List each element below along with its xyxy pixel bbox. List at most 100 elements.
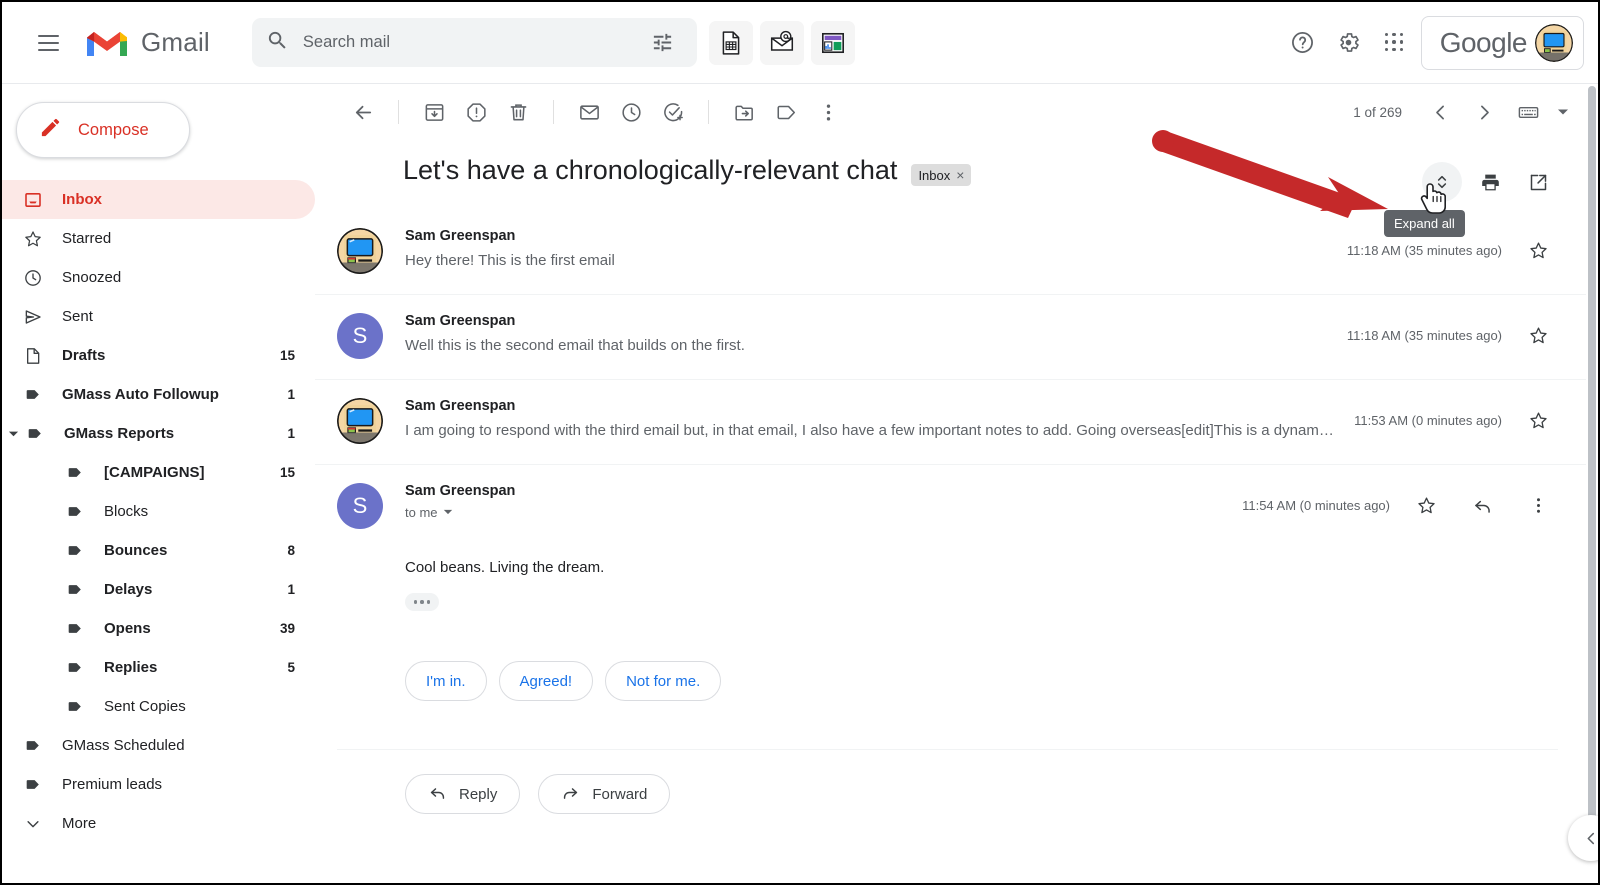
sidebar-item-snoozed[interactable]: Snoozed xyxy=(2,258,315,297)
back-to-inbox-icon[interactable] xyxy=(343,92,383,132)
message-meta: 11:18 AM (35 minutes ago) xyxy=(1347,228,1558,270)
google-apps-icon[interactable] xyxy=(1375,23,1415,63)
smart-reply-chip[interactable]: Agreed! xyxy=(498,661,594,701)
sidebar-item-opens[interactable]: Opens 39 xyxy=(2,609,315,648)
snooze-icon[interactable] xyxy=(611,92,651,132)
collapsed-message-row[interactable]: Sam Greenspan I am going to respond with … xyxy=(315,380,1598,465)
recipients-toggle[interactable]: to me xyxy=(405,505,453,520)
sidebar-item-gmass-auto-followup[interactable]: GMass Auto Followup 1 xyxy=(2,375,315,414)
sidebar-item-bounces[interactable]: Bounces 8 xyxy=(2,531,315,570)
print-all-icon[interactable] xyxy=(1470,162,1510,202)
search-input[interactable] xyxy=(302,33,643,52)
sidebar-item-count: 5 xyxy=(287,660,295,675)
top-bar: Gmail Search mail Google xyxy=(2,2,1598,84)
reply-button[interactable]: Reply xyxy=(405,774,521,814)
open-in-new-window-icon[interactable] xyxy=(1518,162,1558,202)
star-icon[interactable] xyxy=(1518,230,1558,270)
sidebar-item-label: Sent xyxy=(62,308,93,325)
archive-icon[interactable] xyxy=(414,92,454,132)
add-to-tasks-icon[interactable] xyxy=(653,92,693,132)
google-account-button[interactable]: Google xyxy=(1420,15,1584,70)
delete-icon[interactable] xyxy=(498,92,538,132)
older-page-icon[interactable] xyxy=(1420,92,1460,132)
label-icon xyxy=(64,580,86,599)
sidebar-item-label: Premium leads xyxy=(62,776,163,793)
newer-page-icon[interactable] xyxy=(1464,92,1504,132)
avatar[interactable] xyxy=(337,398,383,444)
reply-arrow-icon xyxy=(428,783,447,806)
scrollbar-thumb[interactable] xyxy=(1588,86,1596,826)
sidebar-item-label: Inbox xyxy=(62,191,102,208)
sidebar-item-sent-copies[interactable]: Sent Copies xyxy=(2,687,315,726)
sidebar-item-drafts[interactable]: Drafts 15 xyxy=(2,336,315,375)
search-options-icon[interactable] xyxy=(643,23,683,63)
avatar[interactable] xyxy=(337,228,383,274)
message-timestamp: 11:18 AM (35 minutes ago) xyxy=(1346,242,1502,258)
avatar[interactable]: S xyxy=(337,483,383,529)
gmass-sheets-icon[interactable] xyxy=(708,20,753,65)
gmail-wordmark: Gmail xyxy=(141,27,210,57)
compose-pencil-icon xyxy=(39,116,62,144)
labels-icon[interactable] xyxy=(766,92,806,132)
avatar[interactable] xyxy=(1535,23,1573,62)
sidebar-item-label: Bounces xyxy=(104,542,168,559)
sidebar-item-campaigns[interactable]: [CAMPAIGNS] 15 xyxy=(2,453,315,492)
input-tools-keyboard-icon[interactable] xyxy=(1508,92,1548,132)
top-bar-right: Google xyxy=(1283,15,1598,70)
reply-icon[interactable] xyxy=(1462,485,1502,525)
more-options-icon[interactable] xyxy=(808,92,848,132)
sidebar-item-sent[interactable]: Sent xyxy=(2,297,315,336)
message-timestamp: 11:18 AM (35 minutes ago) xyxy=(1346,327,1502,343)
reply-forward-row: Reply Forward xyxy=(315,750,1598,814)
toolbar-divider xyxy=(398,100,399,124)
move-to-icon[interactable] xyxy=(724,92,764,132)
reply-button-label: Reply xyxy=(459,785,498,803)
sidebar-item-delays[interactable]: Delays 1 xyxy=(2,570,315,609)
star-icon[interactable] xyxy=(1518,400,1558,440)
sidebar-item-more[interactable]: More xyxy=(2,804,315,843)
report-spam-icon[interactable] xyxy=(456,92,496,132)
label-icon xyxy=(24,424,46,443)
show-trimmed-content-button[interactable] xyxy=(405,593,439,611)
smart-reply-chip[interactable]: Not for me. xyxy=(605,661,722,701)
star-icon[interactable] xyxy=(1406,485,1446,525)
mark-unread-icon[interactable] xyxy=(569,92,609,132)
gmail-logo[interactable]: Gmail xyxy=(86,27,210,59)
star-icon[interactable] xyxy=(1518,315,1558,355)
label-icon xyxy=(64,697,86,716)
label-chip-inbox[interactable]: Inbox × xyxy=(911,164,972,186)
sidebar-item-gmass-reports[interactable]: GMass Reports 1 xyxy=(2,414,315,453)
message-toolbar: 1 of 269 xyxy=(315,84,1598,140)
sidebar-item-blocks[interactable]: Blocks xyxy=(2,492,315,531)
forward-button[interactable]: Forward xyxy=(538,774,671,814)
sidebar-item-starred[interactable]: Starred xyxy=(2,219,315,258)
label-icon xyxy=(64,502,86,521)
scrollbar-track[interactable] xyxy=(1586,84,1598,883)
avatar[interactable]: S xyxy=(337,313,383,359)
input-tools-chevron-down-icon[interactable] xyxy=(1552,101,1574,123)
expand-caret-icon[interactable] xyxy=(2,428,24,439)
gmass-toolbar xyxy=(708,20,855,65)
remove-label-icon[interactable]: × xyxy=(956,167,964,183)
page-count: 1 of 269 xyxy=(1353,104,1402,120)
sidebar-item-count: 15 xyxy=(279,348,295,363)
help-icon[interactable] xyxy=(1283,23,1323,63)
collapsed-message-row[interactable]: S Sam Greenspan Well this is the second em… xyxy=(315,295,1598,380)
compose-button[interactable]: Compose xyxy=(16,102,190,158)
sidebar-item-gmass-scheduled[interactable]: GMass Scheduled xyxy=(2,726,315,765)
expand-all-button[interactable] xyxy=(1422,162,1462,202)
sidebar-item-premium-leads[interactable]: Premium leads xyxy=(2,765,315,804)
settings-gear-icon[interactable] xyxy=(1329,23,1369,63)
sidebar-item-replies[interactable]: Replies 5 xyxy=(2,648,315,687)
search-bar[interactable] xyxy=(251,18,697,67)
compose-label: Compose xyxy=(78,120,149,139)
gmass-dashboard-icon[interactable] xyxy=(810,20,855,65)
message-more-icon[interactable] xyxy=(1518,485,1558,525)
main-menu-icon[interactable] xyxy=(24,19,72,67)
message-preview: Well this is the second email that build… xyxy=(405,337,745,354)
sidebar-item-inbox[interactable]: Inbox xyxy=(2,180,315,219)
gmail-m-icon xyxy=(86,27,128,59)
collapsed-message-row[interactable]: Sam Greenspan Hey there! This is the firs… xyxy=(315,210,1598,295)
gmass-email-icon[interactable] xyxy=(759,20,804,65)
smart-reply-chip[interactable]: I'm in. xyxy=(405,661,487,701)
